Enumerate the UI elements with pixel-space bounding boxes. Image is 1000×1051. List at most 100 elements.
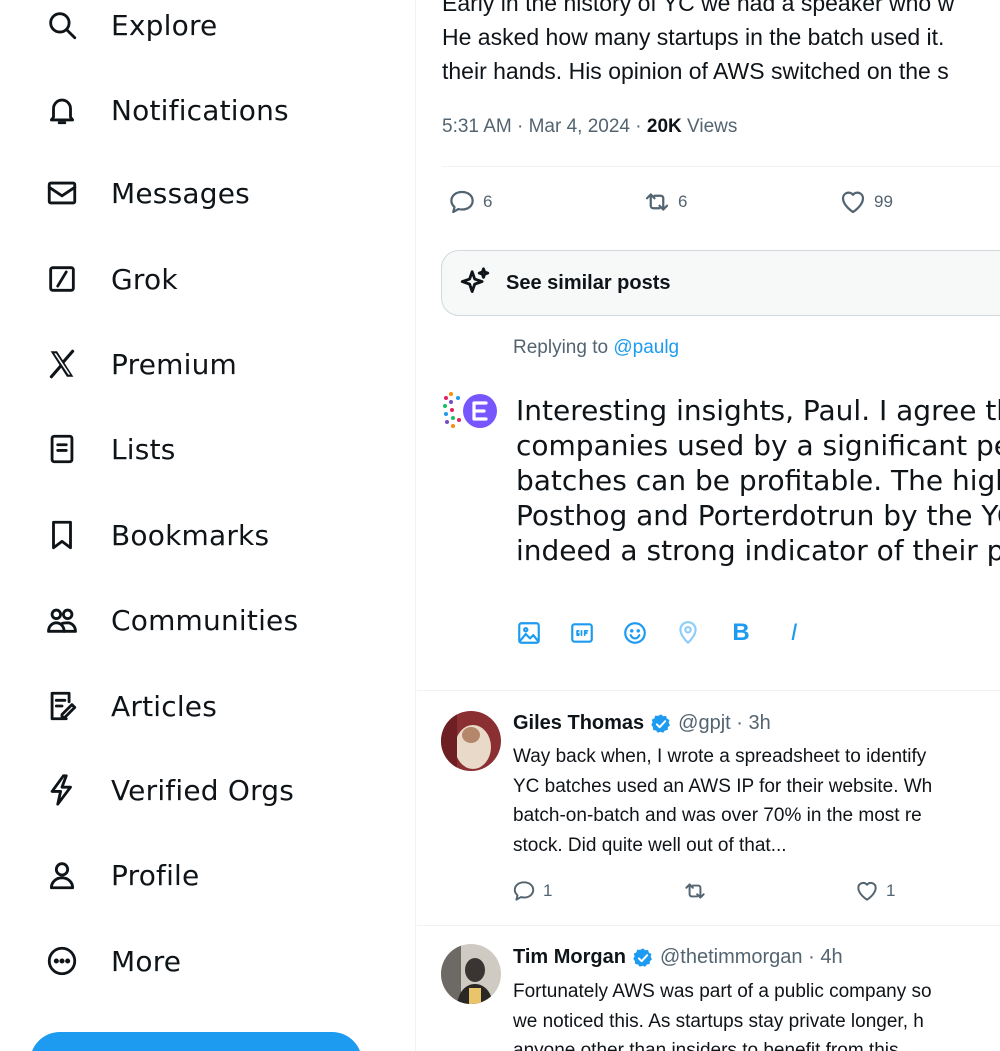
grok-icon	[44, 261, 80, 297]
article-icon	[44, 688, 80, 724]
sidebar-item-label: More	[111, 944, 182, 978]
sidebar-item-label: Verified Orgs	[111, 773, 295, 807]
tweet-line: He asked how many startups in the batch …	[442, 24, 945, 50]
italic-icon: I	[790, 619, 798, 646]
x-logo-icon	[44, 346, 80, 382]
lightning-icon	[44, 772, 80, 808]
heart-icon	[841, 191, 865, 214]
author-name[interactable]: Tim Morgan	[513, 946, 626, 969]
image-icon	[518, 622, 540, 644]
compose-line: batches can be profitable. The high a	[516, 464, 1000, 497]
tweet-line: Early in the history of YC we had a spea…	[442, 0, 955, 16]
divider	[417, 690, 1000, 691]
bold-button[interactable]: B	[726, 618, 756, 648]
reply-line: stock. Did quite well out of that...	[513, 834, 787, 856]
sidebar-item-more[interactable]: More	[44, 936, 181, 986]
heart-icon	[857, 881, 877, 901]
list-icon	[44, 431, 80, 467]
like-button[interactable]: 1	[854, 878, 895, 904]
reply-header: Tim Morgan @thetimmorgan · 4h	[513, 946, 843, 969]
tweet-timestamp[interactable]: 5:31 AM · Mar 4, 2024 ·	[442, 116, 647, 137]
like-count: 99	[874, 192, 893, 211]
compose-line: companies used by a significant perc	[516, 429, 1000, 462]
sidebar-item-verified-orgs[interactable]: Verified Orgs	[44, 765, 294, 815]
repost-button[interactable]: 6	[642, 187, 687, 217]
reply-count: 1	[543, 881, 553, 900]
sparkle-icon	[460, 267, 490, 293]
sidebar-item-notifications[interactable]: Notifications	[44, 85, 289, 135]
envelope-icon	[44, 175, 80, 211]
reply-text: Way back when, I wrote a spreadsheet to …	[513, 742, 1000, 860]
sidebar-item-label: Notifications	[111, 93, 289, 127]
reply-button[interactable]: 6	[447, 187, 492, 217]
location-button[interactable]	[673, 618, 703, 648]
bell-icon	[44, 92, 80, 128]
compose-line: indeed a strong indicator of their pot	[516, 534, 1000, 567]
repost-button[interactable]	[682, 878, 708, 904]
communities-icon	[44, 602, 80, 638]
gif-button[interactable]	[567, 618, 597, 648]
avatar[interactable]	[441, 711, 501, 771]
views-count: 20K	[646, 116, 682, 137]
emoji-icon	[624, 622, 646, 644]
main-column: Early in the history of YC we had a spea…	[417, 0, 1000, 1051]
compose-line: Posthog and Porterdotrun by the YC	[516, 499, 1000, 532]
bold-icon: B	[732, 619, 750, 646]
views-label: Views	[681, 116, 738, 137]
gif-icon	[571, 623, 593, 643]
reply-header: Giles Thomas @gpjt · 3h	[513, 712, 771, 735]
author-handle[interactable]: @gpjt · 3h	[678, 712, 771, 735]
like-button[interactable]: 99	[838, 187, 893, 217]
sidebar-item-profile[interactable]: Profile	[44, 850, 199, 900]
repost-count: 6	[678, 192, 688, 211]
sidebar-item-label: Profile	[111, 858, 200, 892]
repost-icon	[645, 193, 669, 211]
replying-handle-link[interactable]: @paulg	[613, 337, 679, 358]
tweet-meta: 5:31 AM · Mar 4, 2024 · 20K Views	[442, 116, 737, 138]
italic-button[interactable]: I	[779, 618, 809, 648]
compose-textarea[interactable]: Interesting insights, Paul. I agree tha …	[516, 393, 1000, 568]
sidebar-item-lists[interactable]: Lists	[44, 424, 176, 474]
reply-button[interactable]: 1	[511, 878, 552, 904]
more-circle-icon	[44, 943, 80, 979]
sidebar-item-communities[interactable]: Communities	[44, 595, 298, 645]
like-count: 1	[886, 881, 896, 900]
see-similar-posts-label: See similar posts	[506, 271, 671, 294]
sidebar-item-articles[interactable]: Articles	[44, 681, 217, 731]
replying-to: Replying to @paulg	[513, 337, 679, 359]
compose-avatar	[441, 390, 501, 434]
sidebar-nav: Explore Notifications Messages Grok Prem…	[0, 0, 416, 1051]
sidebar-item-label: Communities	[111, 603, 299, 637]
avatar[interactable]	[441, 944, 501, 1004]
emoji-button[interactable]	[620, 618, 650, 648]
sidebar-item-bookmarks[interactable]: Bookmarks	[44, 510, 269, 560]
sidebar-item-premium[interactable]: Premium	[44, 339, 237, 389]
sidebar-item-label: Premium	[111, 347, 237, 381]
author-name[interactable]: Giles Thomas	[513, 712, 644, 735]
location-pin-icon	[679, 621, 697, 644]
reply-line: batch-on-batch and was over 70% in the m…	[513, 805, 922, 826]
sidebar-item-explore[interactable]: Explore	[44, 0, 217, 50]
reply-line: we noticed this. As startups stay privat…	[513, 1010, 924, 1032]
divider	[417, 925, 1000, 926]
reply-count: 6	[483, 192, 493, 211]
reply-line: YC batches used an AWS IP for their webs…	[513, 775, 933, 797]
person-icon	[44, 857, 80, 893]
author-handle[interactable]: @thetimmorgan · 4h	[660, 946, 843, 969]
sidebar-item-grok[interactable]: Grok	[44, 254, 178, 304]
sidebar-item-label: Articles	[111, 689, 218, 723]
verified-badge-icon	[651, 713, 671, 733]
post-button[interactable]	[30, 1032, 362, 1051]
search-icon	[44, 7, 80, 43]
sidebar-item-messages[interactable]: Messages	[44, 168, 250, 218]
sidebar-item-label: Bookmarks	[111, 518, 270, 552]
tweet-text: Early in the history of YC we had a spea…	[442, 0, 1000, 88]
see-similar-posts-button[interactable]: See similar posts	[441, 250, 1000, 316]
reply-line: anyone other than insiders to benefit fr…	[513, 1040, 904, 1051]
media-button[interactable]	[514, 618, 544, 648]
verified-badge-icon	[633, 947, 652, 967]
sidebar-item-label: Grok	[111, 262, 178, 296]
reply-line: Way back when, I wrote a spreadsheet to …	[513, 746, 927, 767]
reply-icon	[450, 190, 474, 214]
compose-line: Interesting insights, Paul. I agree tha	[516, 394, 1000, 427]
